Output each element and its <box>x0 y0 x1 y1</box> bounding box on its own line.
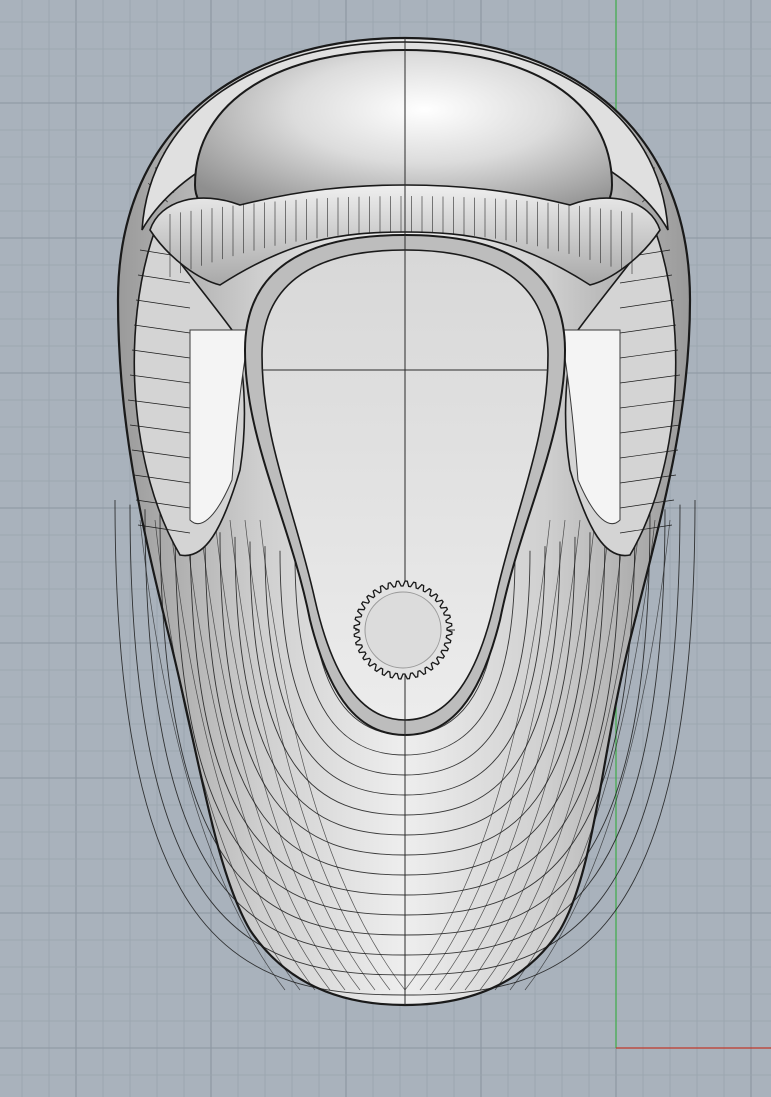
rhino-viewport[interactable] <box>0 0 771 1097</box>
spline-gear-icon[interactable] <box>353 580 453 680</box>
gear-hub <box>364 591 442 669</box>
saddle-shell-model[interactable] <box>114 36 696 1007</box>
viewport-canvas[interactable] <box>0 0 771 1097</box>
